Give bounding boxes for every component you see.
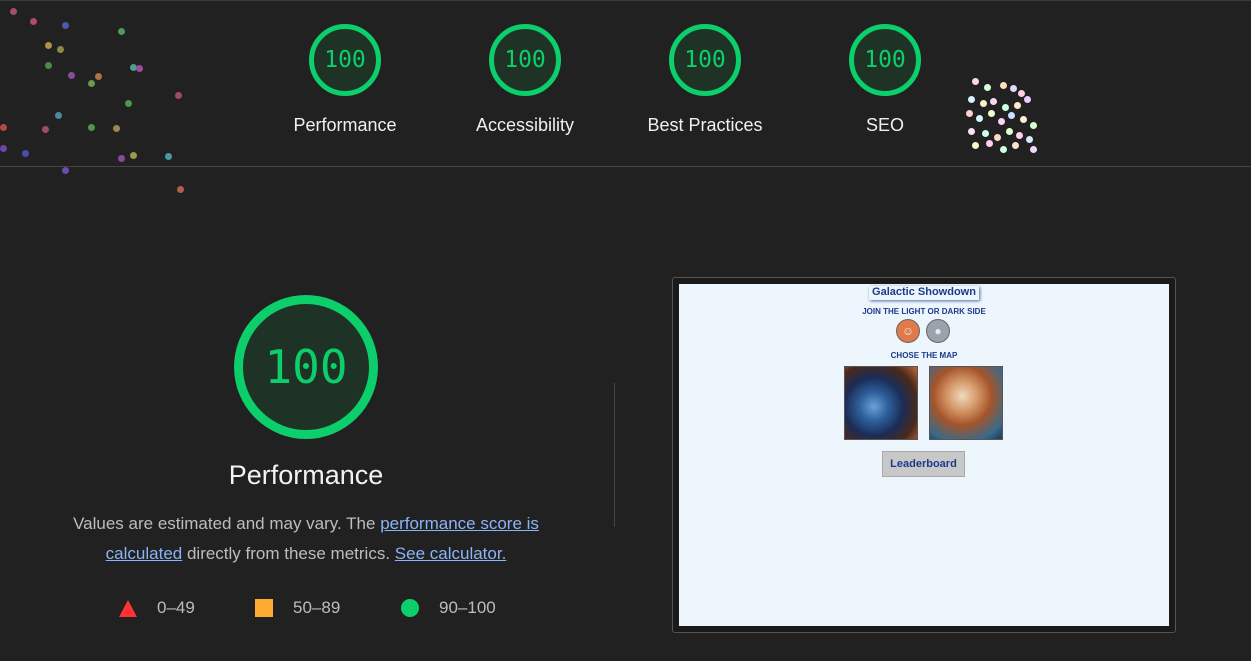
confetti-dot: [55, 112, 62, 119]
confetti-dot: [10, 8, 17, 15]
confetti-dot: [984, 84, 991, 91]
legend-poor: 0–49: [119, 598, 195, 618]
vader-icon: ●: [926, 319, 950, 343]
confetti-dot: [1012, 142, 1019, 149]
confetti-dot: [1016, 132, 1023, 139]
confetti-dot: [972, 78, 979, 85]
gauge-seo[interactable]: 100 SEO: [805, 24, 965, 136]
confetti-dot: [88, 124, 95, 131]
shot-leaderboard-button: Leaderboard: [882, 451, 965, 477]
main-performance-gauge: 100: [234, 295, 378, 439]
final-screenshot: Galactic Showdown JOIN THE LIGHT OR DARK…: [679, 284, 1169, 626]
gauge-score: 100: [864, 47, 906, 73]
confetti-dot: [972, 142, 979, 149]
confetti-dot: [1008, 112, 1015, 119]
confetti-dot: [0, 124, 7, 131]
shot-title: Galactic Showdown: [869, 286, 979, 300]
confetti-dot: [1000, 146, 1007, 153]
legend-range: 0–49: [157, 598, 195, 617]
confetti-dot: [1030, 122, 1037, 129]
confetti-dot: [113, 125, 120, 132]
confetti-dot: [45, 62, 52, 69]
confetti-dot: [1024, 96, 1031, 103]
gauge-score: 100: [504, 47, 546, 73]
confetti-dot: [62, 22, 69, 29]
divider: [614, 383, 615, 527]
confetti-dot: [45, 42, 52, 49]
confetti-dot: [118, 28, 125, 35]
gauge-label: Accessibility: [475, 115, 575, 135]
confetti-dot: [1000, 82, 1007, 89]
confetti-dot: [988, 110, 995, 117]
confetti-dot: [966, 110, 973, 117]
gauge-label: Performance: [293, 115, 397, 135]
category-header: 100 Performance 100 Accessibility 100 Be…: [0, 0, 1251, 167]
confetti-dot: [1020, 116, 1027, 123]
shot-subtitle-side: JOIN THE LIGHT OR DARK SIDE: [862, 307, 986, 316]
gauge-ring: 100: [489, 24, 561, 96]
desc-text: directly from these metrics.: [182, 544, 395, 563]
confetti-dot: [177, 186, 184, 193]
confetti-dot: [165, 153, 172, 160]
map-thumbnail-orange-nebula: [929, 366, 1003, 440]
see-calculator-link[interactable]: See calculator.: [395, 544, 507, 563]
main-title: Performance: [228, 460, 384, 490]
confetti-dot: [1010, 85, 1017, 92]
gauge-ring: 100: [669, 24, 741, 96]
confetti-dot: [136, 65, 143, 72]
confetti-dot: [1002, 104, 1009, 111]
confetti-dot: [968, 96, 975, 103]
gauge-ring: 100: [309, 24, 381, 96]
confetti-dot: [125, 100, 132, 107]
confetti-dot: [982, 130, 989, 137]
confetti-dot: [0, 145, 7, 152]
gauge-score: 100: [324, 47, 366, 73]
legend-good: 90–100: [401, 598, 496, 618]
legend-range: 90–100: [439, 598, 496, 617]
legend-average: 50–89: [255, 598, 340, 618]
confetti-dot: [1006, 128, 1013, 135]
gauge-label: SEO: [865, 115, 904, 135]
performance-description: Values are estimated and may vary. The p…: [40, 509, 572, 569]
circle-icon: [401, 599, 419, 617]
gauge-performance[interactable]: 100 Performance: [265, 24, 425, 136]
confetti-dot: [1030, 146, 1037, 153]
confetti-dot: [30, 18, 37, 25]
confetti-dot: [1026, 136, 1033, 143]
confetti-dot: [1014, 102, 1021, 109]
confetti-dot: [118, 155, 125, 162]
confetti-dot: [986, 140, 993, 147]
gauge-label: Best Practices: [647, 115, 763, 135]
square-icon: [255, 599, 273, 617]
yoda-icon: ☺: [896, 319, 920, 343]
confetti-dot: [68, 72, 75, 79]
confetti-dot: [130, 152, 137, 159]
gauge-accessibility[interactable]: 100 Accessibility: [445, 24, 605, 136]
confetti-dot: [994, 134, 1001, 141]
confetti-dot: [42, 126, 49, 133]
confetti-dot: [998, 118, 1005, 125]
confetti-dot: [88, 80, 95, 87]
confetti-dot: [22, 150, 29, 157]
confetti-dot: [968, 128, 975, 135]
confetti-dot: [980, 100, 987, 107]
confetti-dot: [990, 98, 997, 105]
confetti-dot: [175, 92, 182, 99]
confetti-dot: [95, 73, 102, 80]
map-thumbnail-blue-nebula: [844, 366, 918, 440]
gauge-score: 100: [684, 47, 726, 73]
main-score: 100: [264, 340, 348, 394]
shot-subtitle-map: CHOSE THE MAP: [890, 351, 958, 360]
desc-text: Values are estimated and may vary. The: [73, 514, 381, 533]
confetti-dot: [62, 167, 69, 174]
triangle-icon: [119, 599, 137, 617]
confetti-dot: [57, 46, 64, 53]
confetti-dot: [1018, 90, 1025, 97]
confetti-dot: [976, 115, 983, 122]
gauge-best-practices[interactable]: 100 Best Practices: [625, 24, 785, 136]
gauge-ring: 100: [849, 24, 921, 96]
legend-range: 50–89: [293, 598, 341, 617]
